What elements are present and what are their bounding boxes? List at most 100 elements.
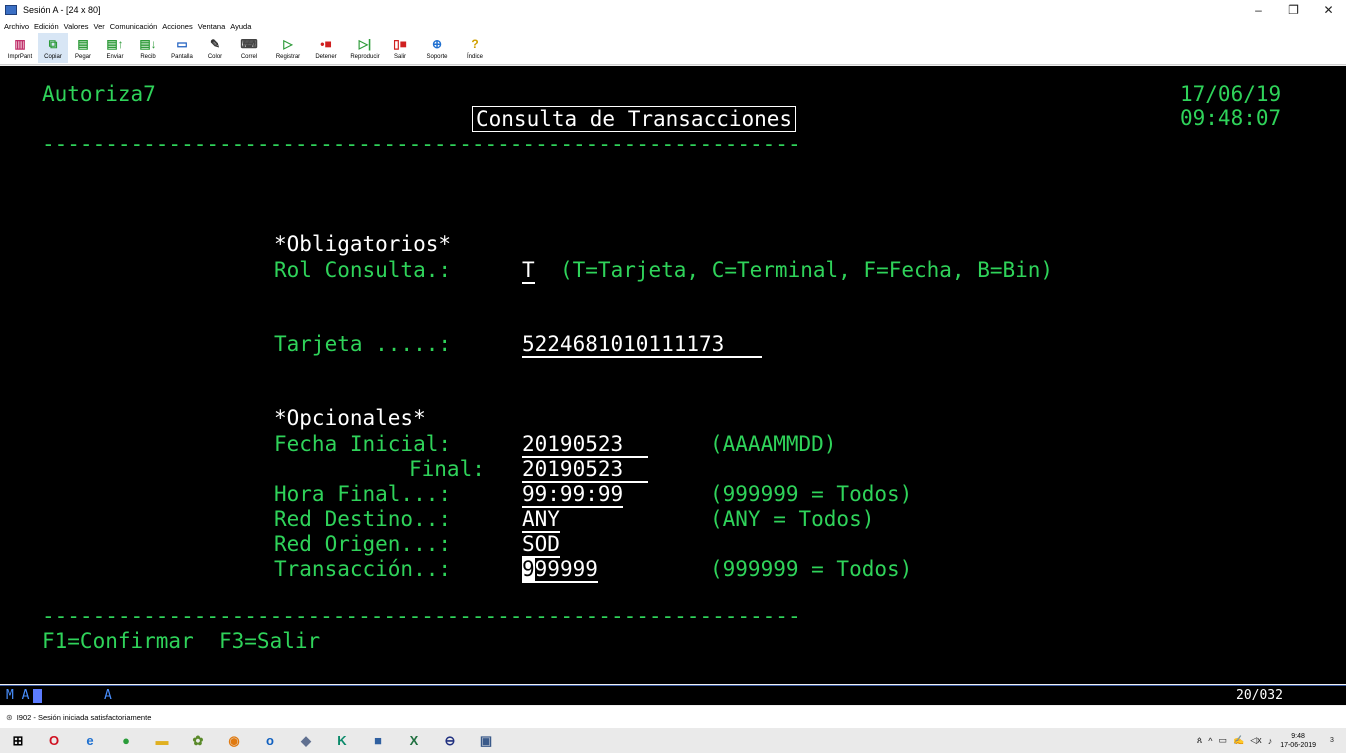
separator-top: ----------------------------------------… xyxy=(42,132,801,156)
menu-valores[interactable]: Valores xyxy=(64,22,89,31)
transaccion-hint: (999999 = Todos) xyxy=(710,557,913,581)
red-origen-label: Red Origen...: xyxy=(274,532,452,556)
opera-icon[interactable]: O xyxy=(44,733,64,749)
transaccion-label: Transacción..: xyxy=(274,557,452,581)
ime-icon[interactable]: ♪ xyxy=(1268,736,1273,746)
menu-ver[interactable]: Ver xyxy=(94,22,105,31)
window-controls: – ❐ ✕ xyxy=(1241,0,1346,20)
file-explorer-icon[interactable]: ▬ xyxy=(152,733,172,749)
transaccion-value: 99999 xyxy=(534,557,598,581)
exit-icon: ▯■ xyxy=(393,37,407,51)
status-bar: ⊛ I902 - Sesión iniciada satisfactoriame… xyxy=(0,706,1346,728)
oia-indicator: M A xyxy=(6,688,30,703)
terminal-screen[interactable]: Autoriza7 17/06/19 Consulta de Transacci… xyxy=(0,66,1346,684)
keyboard-icon: ⌨ xyxy=(240,37,258,51)
record-icon: ▷ xyxy=(283,37,293,51)
red-destino-label: Red Destino..: xyxy=(274,507,452,531)
menu-comunicacion[interactable]: Comunicación xyxy=(110,22,158,31)
app2-icon[interactable]: ◆ xyxy=(296,733,316,749)
menu-ventana[interactable]: Ventana xyxy=(198,22,226,31)
oia-mode: A xyxy=(104,688,112,703)
text-cursor: 9 xyxy=(522,557,535,581)
cursor-position: 20/032 xyxy=(1236,688,1283,703)
rol-consulta-input[interactable]: T xyxy=(522,258,535,284)
status-message: I902 - Sesión iniciada satisfactoriament… xyxy=(16,712,152,722)
send-button[interactable]: ▤↑ Enviar xyxy=(98,33,132,63)
send-icon: ▤↑ xyxy=(106,37,124,51)
menu-bar: Archivo Edición Valores Ver Comunicación… xyxy=(0,20,1346,33)
copy-icon: ⧉ xyxy=(48,37,58,51)
menu-acciones[interactable]: Acciones xyxy=(162,22,192,31)
restore-icon[interactable]: ❐ xyxy=(1276,0,1311,20)
display-button[interactable]: ▭ Pantalla xyxy=(164,33,200,63)
hora-final-hint: (999999 = Todos) xyxy=(710,482,913,506)
color-icon: ✎ xyxy=(209,37,221,51)
chevron-up-icon[interactable]: ^ xyxy=(1208,736,1212,746)
transaccion-input[interactable]: 999999 xyxy=(522,557,598,583)
exit-button[interactable]: ▯■ Salir xyxy=(386,33,414,63)
menu-ayuda[interactable]: Ayuda xyxy=(230,22,251,31)
index-button[interactable]: ? Índice xyxy=(460,33,490,63)
rol-consulta-hint: (T=Tarjeta, C=Terminal, F=Fecha, B=Bin) xyxy=(560,258,1054,282)
menu-archivo[interactable]: Archivo xyxy=(4,22,29,31)
network-icon[interactable]: ▭ xyxy=(1219,735,1228,746)
fecha-final-input[interactable]: 20190523 xyxy=(522,457,649,483)
menu-edicion[interactable]: Edición xyxy=(34,22,59,31)
color-button[interactable]: ✎ Color xyxy=(200,33,230,63)
tarjeta-label: Tarjeta .....: xyxy=(274,332,452,356)
notifications-icon[interactable]: 3 xyxy=(1324,732,1340,748)
paste-button[interactable]: ▤ Pegar xyxy=(68,33,98,63)
close-icon[interactable]: ✕ xyxy=(1311,0,1346,20)
function-keys: F1=Confirmar F3=Salir xyxy=(42,629,321,653)
people-icon[interactable]: ጰ xyxy=(1197,735,1202,746)
help-index-icon: ? xyxy=(471,37,479,51)
print-screen-button[interactable]: ▥ ImprPant xyxy=(2,33,38,63)
chrome-icon[interactable]: ● xyxy=(116,733,136,749)
receive-button[interactable]: ▤↓ Recib xyxy=(132,33,164,63)
remote-icon[interactable]: ■ xyxy=(368,733,388,749)
tray-clock[interactable]: 9:48 17-06-2019 xyxy=(1280,732,1316,750)
fecha-final-label: Final: xyxy=(409,457,485,481)
tarjeta-input[interactable]: 5224681010111173 xyxy=(522,332,763,358)
screen-time: 09:48:07 xyxy=(1180,106,1282,130)
separator-bottom: ----------------------------------------… xyxy=(42,604,801,628)
start-windows-icon[interactable]: ⊞ xyxy=(8,733,28,749)
window-title-bar: Sesión A - [24 x 80] – ❐ ✕ xyxy=(0,0,1346,20)
stop-button[interactable]: •■ Detener xyxy=(308,33,344,63)
copy-button[interactable]: ⧉ Copiar xyxy=(38,33,68,63)
stop-icon: •■ xyxy=(320,37,332,51)
outlook-icon[interactable]: o xyxy=(260,733,280,749)
fecha-inicial-input[interactable]: 20190523 xyxy=(522,432,649,458)
terminal-app-icon[interactable]: ▣ xyxy=(476,733,496,749)
excel-icon[interactable]: X xyxy=(404,733,424,749)
clock-date: 17-06-2019 xyxy=(1280,741,1316,749)
receive-icon: ▤↓ xyxy=(139,37,157,51)
red-destino-input[interactable]: ANY xyxy=(522,507,560,533)
app-session-icon xyxy=(5,5,17,15)
window-title: Sesión A - [24 x 80] xyxy=(23,5,101,15)
red-origen-input[interactable]: SOD xyxy=(522,532,560,558)
oia-cursor-block xyxy=(33,689,42,703)
paste-icon: ▤ xyxy=(77,37,89,51)
print-screen-icon: ▥ xyxy=(14,37,26,51)
firefox-icon[interactable]: ◉ xyxy=(224,733,244,749)
minus-app-icon[interactable]: ⊖ xyxy=(440,733,460,749)
play-button[interactable]: ▷| Reproducir xyxy=(344,33,386,63)
taskbar: ⊞ O e ● ▬ ✿ ◉ o ◆ K ■ X ⊖ ▣ ጰ ^ ▭ ✍ ◁x ♪… xyxy=(0,728,1346,753)
display-icon: ▭ xyxy=(176,37,188,51)
volume-icon[interactable]: ◁x xyxy=(1250,735,1261,746)
internet-explorer-icon[interactable]: e xyxy=(80,733,100,749)
fecha-format-hint: (AAAAMMDD) xyxy=(710,432,837,456)
kaspersky-icon[interactable]: K xyxy=(332,733,352,749)
support-button[interactable]: ⊕ Soporte xyxy=(414,33,460,63)
correl-button[interactable]: ⌨ Correl xyxy=(230,33,268,63)
hora-final-input[interactable]: 99:99:99 xyxy=(522,482,624,508)
obligatorios-title: *Obligatorios* xyxy=(274,232,452,256)
toolbar: ▥ ImprPant ⧉ Copiar ▤ Pegar ▤↑ Enviar ▤↓… xyxy=(0,33,1346,65)
app-icon[interactable]: ✿ xyxy=(188,733,208,749)
fecha-inicial-label: Fecha Inicial: xyxy=(274,432,452,456)
pen-icon[interactable]: ✍ xyxy=(1233,735,1244,746)
minimize-icon[interactable]: – xyxy=(1241,0,1276,20)
red-destino-hint: (ANY = Todos) xyxy=(710,507,875,531)
record-button[interactable]: ▷ Registrar xyxy=(268,33,308,63)
